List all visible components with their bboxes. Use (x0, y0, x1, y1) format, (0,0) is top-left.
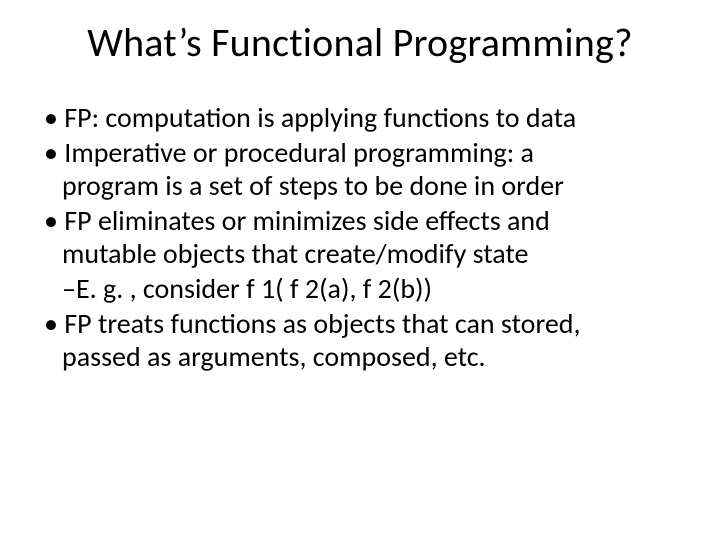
bullet-item: • FP eliminates or minimizes side effect… (44, 204, 676, 270)
sub-bullet-text: E. g. , consider f 1( f 2(a), f 2(b)) (76, 271, 432, 306)
bullet-text: Imperative or procedural programming: a (64, 135, 534, 170)
sub-bullet-mark: – (62, 271, 76, 306)
bullet-text: FP treats functions as objects that can … (64, 306, 580, 341)
bullet-item: • Imperative or procedural programming: … (44, 136, 676, 202)
bullet-text-cont: program is a set of steps to be done in … (62, 169, 676, 202)
sub-bullet-item: –E. g. , consider f 1( f 2(a), f 2(b)) (62, 272, 676, 305)
bullet-mark: • (44, 100, 64, 135)
slide-body: • FP: computation is applying functions … (44, 101, 676, 373)
slide: What’s Functional Programming? • FP: com… (0, 0, 720, 540)
bullet-item: • FP treats functions as objects that ca… (44, 307, 676, 373)
bullet-item: • FP: computation is applying functions … (44, 101, 676, 134)
bullet-text: FP eliminates or minimizes side effects … (64, 203, 550, 238)
bullet-text: FP: computation is applying functions to… (64, 100, 576, 135)
bullet-mark: • (44, 306, 64, 341)
bullet-mark: • (44, 203, 64, 238)
bullet-mark: • (44, 135, 64, 170)
bullet-text-cont: passed as arguments, composed, etc. (62, 340, 676, 373)
bullet-text-cont: mutable objects that create/modify state (62, 237, 676, 270)
slide-title: What’s Functional Programming? (44, 18, 676, 67)
